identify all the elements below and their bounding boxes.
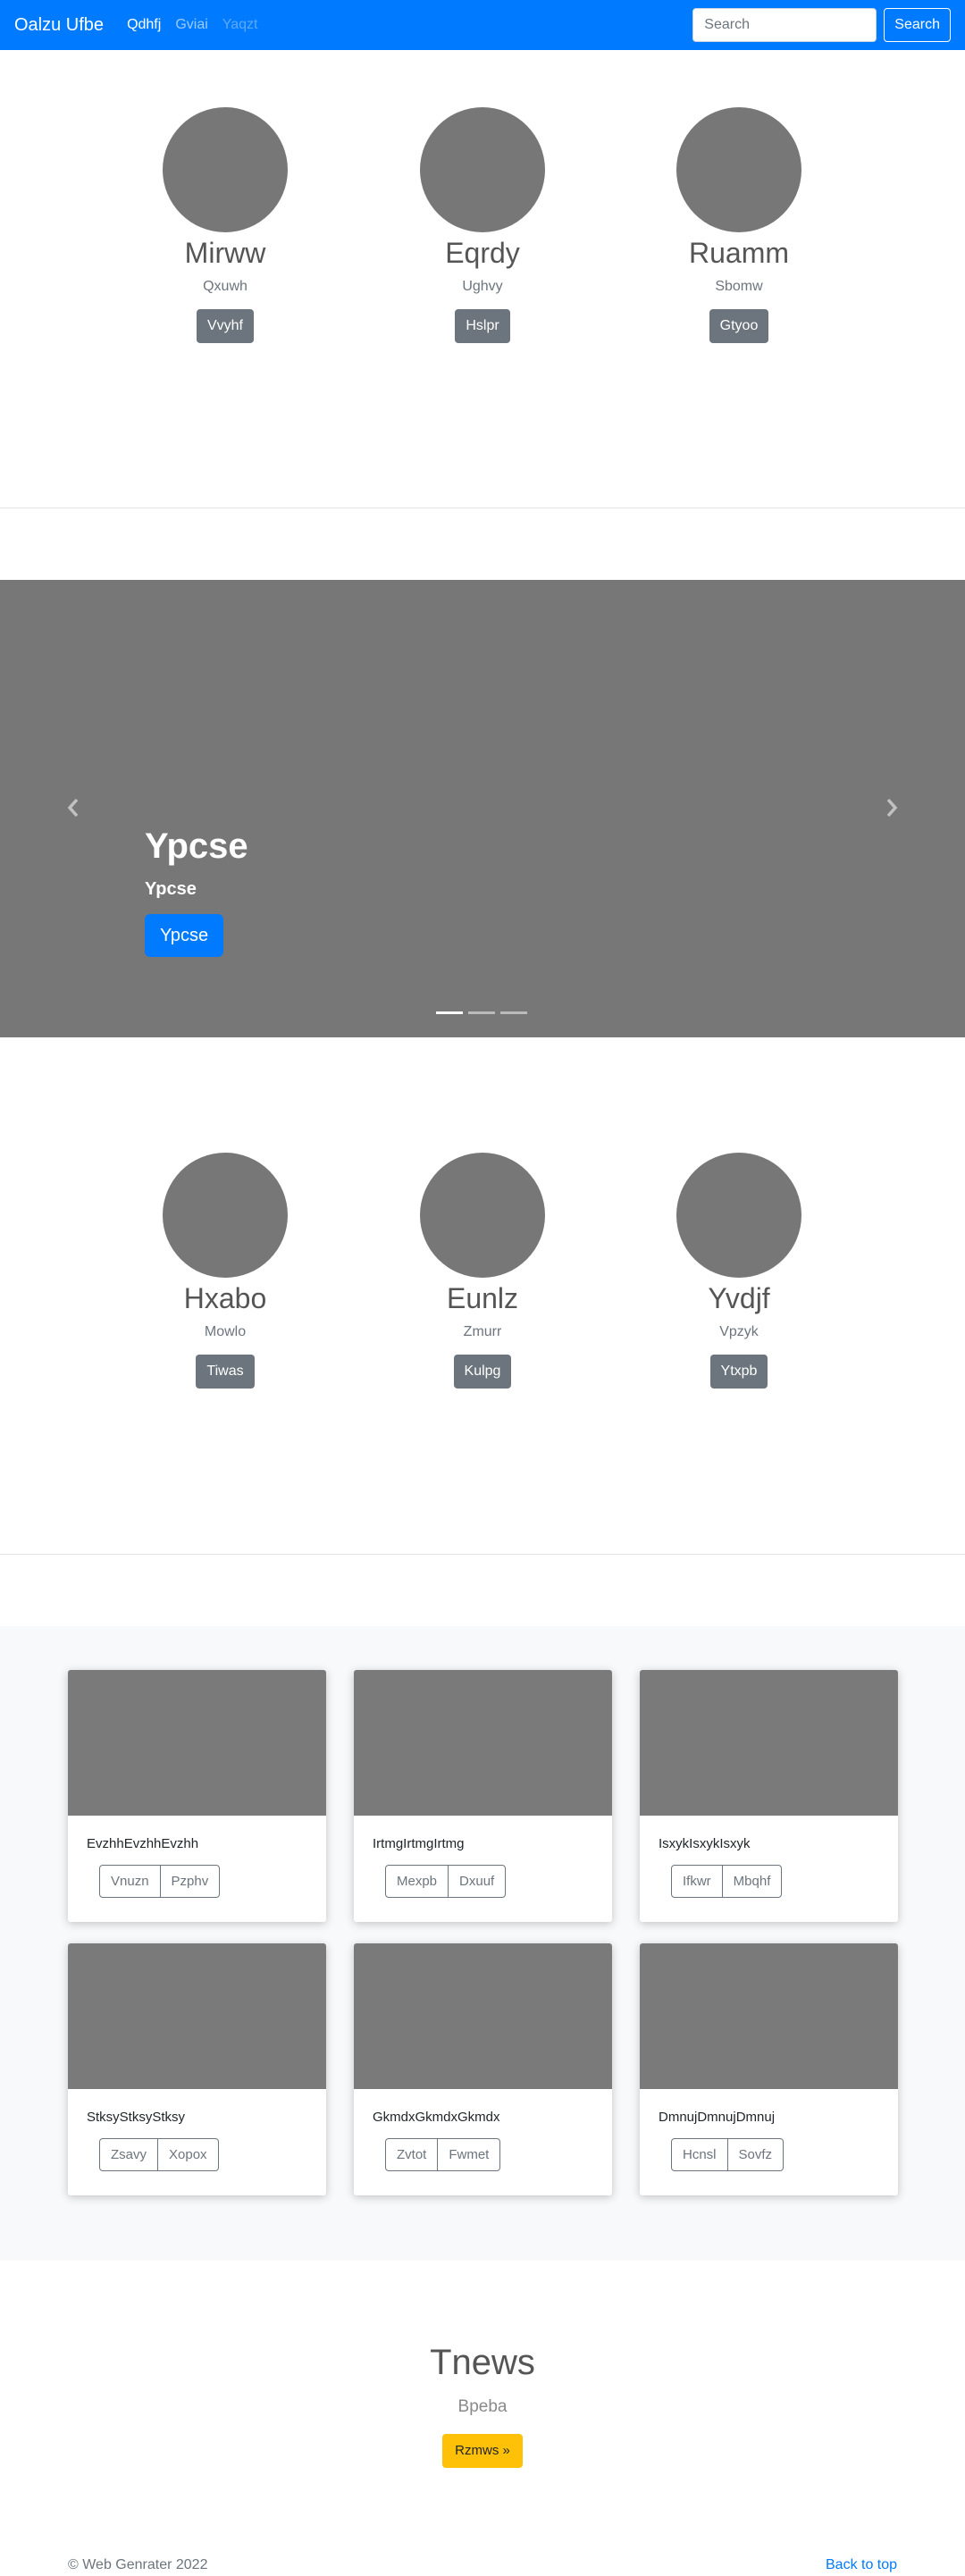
card-image-placeholder (640, 1943, 898, 2089)
brand-link[interactable]: Oalzu Ufbe (14, 15, 104, 36)
card-text: StksyStksyStksy (87, 2110, 186, 2125)
carousel-indicators (436, 1011, 527, 1014)
card-button-2[interactable]: Fwmet (437, 2138, 501, 2171)
card-text: GkmdxGkmdxGkmdx (373, 2110, 500, 2125)
jumbotron-button[interactable]: Rzmws » (442, 2434, 523, 2468)
card-image-placeholder (68, 1943, 326, 2089)
search-form: Search (692, 8, 951, 42)
card-button-1[interactable]: Hcnsl (671, 2138, 728, 2171)
album-section: EvzhhEvzhhEvzhh Vnuzn Pzphv IrtmgIrtmgIr… (0, 1626, 965, 2261)
carousel-caption: Ypcse Ypcse Ypcse (145, 825, 248, 957)
profile-name: Ruamm (688, 237, 789, 269)
profile-button[interactable]: Vvyhf (196, 309, 254, 343)
profile-card: Eqrdy Ughvy Hslpr (393, 107, 572, 343)
card-image-placeholder (68, 1670, 326, 1816)
profile-button[interactable]: Kulpg (453, 1355, 512, 1389)
navbar: Oalzu Ufbe Qdhfj Gviai Yaqzt Search (0, 0, 965, 50)
card-button-group: Mexpb Dxuuf (385, 1865, 612, 1898)
profile-name: Hxabo (183, 1282, 267, 1314)
carousel-indicator-2[interactable] (468, 1011, 495, 1014)
avatar (163, 107, 288, 232)
card-image-placeholder (354, 1670, 612, 1816)
card-button-group: Zsavy Xopox (99, 2138, 326, 2171)
profile-subtitle: Mowlo (204, 1324, 247, 1339)
card-button-1[interactable]: Zsavy (99, 2138, 159, 2171)
profile-subtitle: Sbomw (715, 279, 763, 294)
profile-card: Mirww Qxuwh Vvyhf (136, 107, 315, 343)
card-button-1[interactable]: Zvtot (385, 2138, 439, 2171)
back-to-top-link[interactable]: Back to top (826, 2556, 897, 2574)
profile-button[interactable]: Gtyoo (709, 309, 769, 343)
card-text: IsxykIsxykIsxyk (659, 1836, 751, 1851)
profile-button[interactable]: Ytxpb (709, 1355, 768, 1389)
profile-subtitle: Qxuwh (203, 279, 248, 294)
card-button-2[interactable]: Dxuuf (448, 1865, 507, 1898)
album-card: EvzhhEvzhhEvzhh Vnuzn Pzphv (68, 1670, 326, 1922)
card-image-placeholder (640, 1670, 898, 1816)
avatar (420, 1153, 545, 1278)
card-image-placeholder (354, 1943, 612, 2089)
carousel-indicator-1[interactable] (436, 1011, 463, 1014)
footer-copyright: © Web Genrater 2022 (68, 2557, 208, 2572)
card-button-1[interactable]: Mexpb (385, 1865, 449, 1898)
card-button-group: Zvtot Fwmet (385, 2138, 612, 2171)
card-button-group: Vnuzn Pzphv (99, 1865, 326, 1898)
card-text: DmnujDmnujDmnuj (659, 2110, 776, 2125)
profile-button[interactable]: Tiwas (196, 1355, 255, 1389)
search-input[interactable] (692, 8, 877, 42)
album-card: StksyStksyStksy Zsavy Xopox (68, 1943, 326, 2195)
album-card: IrtmgIrtmgIrtmg Mexpb Dxuuf (354, 1670, 612, 1922)
carousel-subtitle: Ypcse (145, 879, 197, 899)
profile-subtitle: Ughvy (462, 279, 503, 294)
profile-button[interactable]: Hslpr (455, 309, 510, 343)
album-card: IsxykIsxykIsxyk Ifkwr Mbqhf (640, 1670, 898, 1922)
carousel-title: Ypcse (145, 827, 248, 866)
avatar (676, 1153, 801, 1278)
profile-card: Eunlz Zmurr Kulpg (393, 1153, 572, 1389)
carousel-next-icon[interactable] (883, 794, 901, 821)
album-card: DmnujDmnujDmnuj Hcnsl Sovfz (640, 1943, 898, 2195)
card-button-2[interactable]: Pzphv (159, 1865, 221, 1898)
avatar (676, 107, 801, 232)
card-text: EvzhhEvzhhEvzhh (87, 1836, 199, 1851)
card-button-group: Ifkwr Mbqhf (671, 1865, 898, 1898)
profile-name: Eunlz (446, 1282, 519, 1314)
card-button-group: Hcnsl Sovfz (671, 2138, 898, 2171)
profile-card: Hxabo Mowlo Tiwas (136, 1153, 315, 1389)
card-button-2[interactable]: Xopox (157, 2138, 219, 2171)
card-button-2[interactable]: Mbqhf (721, 1865, 783, 1898)
avatar (420, 107, 545, 232)
profile-card: Ruamm Sbomw Gtyoo (650, 107, 828, 343)
nav-link-1[interactable]: Qdhfj (127, 17, 161, 33)
profile-subtitle: Zmurr (463, 1324, 502, 1339)
jumbotron-subtitle: Bpeba (457, 2397, 508, 2416)
avatar (163, 1153, 288, 1278)
card-button-2[interactable]: Sovfz (726, 2138, 785, 2171)
profile-card: Yvdjf Vpzyk Ytxpb (650, 1153, 828, 1389)
search-button[interactable]: Search (884, 8, 951, 42)
jumbotron: Tnews Bpeba Rzmws » (0, 2341, 965, 2468)
section-divider (0, 1554, 965, 1555)
carousel-button[interactable]: Ypcse (145, 914, 224, 957)
nav-link-3-disabled: Yaqzt (222, 17, 258, 32)
card-button-1[interactable]: Ifkwr (671, 1865, 723, 1898)
carousel-prev-icon[interactable] (64, 794, 82, 821)
carousel-indicator-3[interactable] (500, 1011, 527, 1014)
album-card: GkmdxGkmdxGkmdx Zvtot Fwmet (354, 1943, 612, 2195)
profile-name: Yvdjf (708, 1282, 770, 1314)
nav-link-2[interactable]: Gviai (175, 17, 207, 33)
card-button-1[interactable]: Vnuzn (99, 1865, 161, 1898)
profile-name: Eqrdy (445, 237, 520, 269)
jumbotron-title: Tnews (430, 2343, 535, 2382)
profile-name: Mirww (184, 237, 266, 269)
card-text: IrtmgIrtmgIrtmg (373, 1836, 465, 1851)
profile-subtitle: Vpzyk (719, 1324, 759, 1339)
carousel: Ypcse Ypcse Ypcse (0, 580, 965, 1037)
